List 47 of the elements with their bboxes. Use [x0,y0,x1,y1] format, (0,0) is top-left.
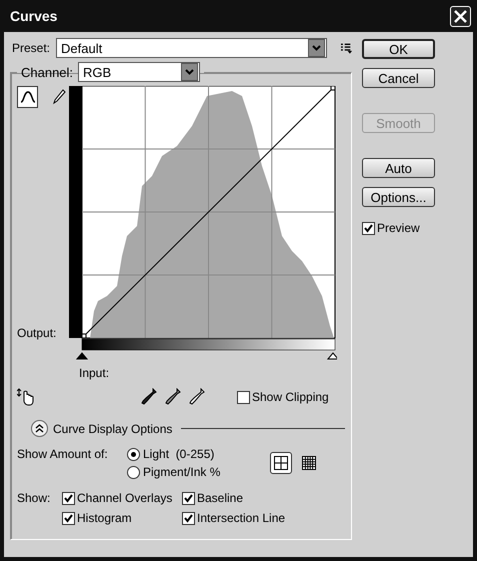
dialog-button[interactable]: Options... [362,187,435,207]
tool-button[interactable] [17,86,38,108]
dialog-button[interactable]: OK [362,39,435,59]
checkbox[interactable] [182,492,195,504]
preset-label: Preset: [12,41,50,55]
pencil-icon [52,89,66,105]
show-clipping-checkbox[interactable] [237,390,250,404]
checkbox[interactable] [182,512,195,524]
checkbox-label: Intersection Line [197,511,286,525]
eyedropper-icon[interactable] [165,388,181,406]
close-icon [454,10,467,22]
chevron-icon [185,69,194,75]
radio-button[interactable] [127,448,140,460]
radio-button[interactable] [127,466,140,478]
close-button[interactable] [450,6,471,26]
preview-checkbox[interactable] [362,222,375,234]
expand-button[interactable] [31,420,48,437]
channel-dropdown[interactable]: RGB [78,62,200,82]
grid-icon [274,456,288,470]
window-title: Curves [10,8,58,24]
grid-icon [302,456,316,470]
curve-icon [20,90,36,104]
dialog-button[interactable]: Cancel [362,68,435,88]
checkbox[interactable] [62,512,75,524]
eyedropper-icon[interactable] [141,388,157,406]
checkbox-label: Channel Overlays [77,491,172,505]
grid-size-button[interactable] [270,452,292,474]
preset-dropdown[interactable]: Default [56,38,327,58]
chevron-icon [35,424,44,433]
input-label: Input: [79,366,110,380]
section-title: Curve Display Options [53,422,172,436]
checkbox-label: Histogram [77,511,132,525]
checkbox[interactable] [62,492,75,504]
hand-icon[interactable] [17,388,35,406]
menu-icon[interactable] [340,42,352,54]
dialog-button[interactable]: Auto [362,158,435,178]
show-label: Show: [17,491,52,505]
checkbox-label: Baseline [197,491,244,505]
radio-label: Pigment/Ink % [143,465,220,479]
eyedropper-icon[interactable] [189,388,205,406]
channel-label: Channel: [21,64,74,80]
radio-label: Light (0-255) [143,447,214,461]
show-amount-label: Show Amount of: [17,447,109,461]
chevron-icon [312,45,321,51]
show-clipping-label: Show Clipping [252,390,329,404]
preview-label: Preview [377,221,420,235]
output-label: Output: [17,326,58,340]
